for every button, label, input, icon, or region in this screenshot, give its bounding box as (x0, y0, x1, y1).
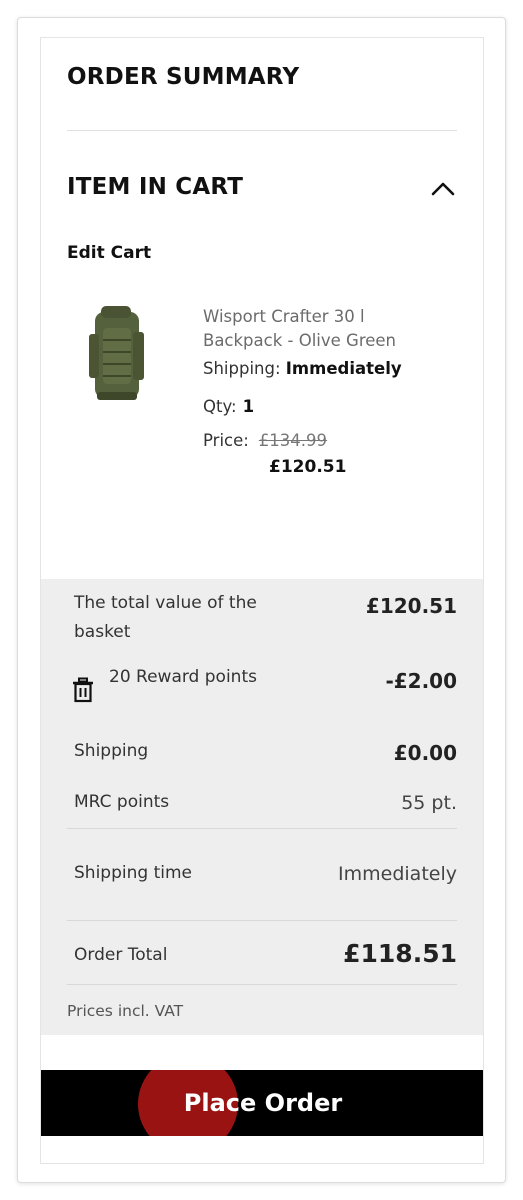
order-total-value: £118.51 (343, 939, 457, 968)
item-price: Price: £134.99 (203, 431, 327, 450)
item-new-price: £120.51 (269, 457, 347, 477)
item-old-price: £134.99 (258, 431, 328, 450)
item-shipping-label: Shipping: (203, 359, 281, 378)
item-price-label: Price: (203, 431, 249, 450)
reward-points-label: 20 Reward points (109, 667, 257, 687)
vat-note: Prices incl. VAT (67, 1002, 184, 1020)
item-qty-value: 1 (242, 397, 255, 416)
shipping-value: £0.00 (393, 741, 457, 765)
basket-total-label: The total value of the basket (74, 593, 257, 642)
basket-total-value: £120.51 (365, 594, 457, 618)
order-summary-title: ORDER SUMMARY (67, 64, 300, 90)
place-order-label: Place Order (183, 1089, 343, 1117)
product-name-link[interactable]: Wisport Crafter 30 l Backpack - Olive Gr… (203, 305, 443, 353)
item-shipping-value: Immediately (285, 359, 402, 378)
order-total-label: Order Total (74, 945, 168, 965)
mrc-points-label: MRC points (74, 792, 170, 812)
trash-icon[interactable] (71, 677, 95, 703)
divider (67, 920, 457, 921)
item-qty-label: Qty: (203, 397, 237, 416)
item-qty: Qty: 1 (203, 397, 254, 416)
divider (67, 130, 457, 131)
mrc-points-value: 55 pt. (401, 792, 457, 814)
edit-cart-link[interactable]: Edit Cart (67, 243, 151, 263)
reward-points-value: -£2.00 (385, 669, 457, 693)
place-order-button[interactable]: Place Order (41, 1070, 483, 1136)
backpack-image[interactable] (81, 304, 151, 408)
shipping-time-value: Immediately (338, 863, 457, 885)
chevron-up-icon[interactable] (429, 175, 457, 203)
divider (67, 984, 457, 985)
item-shipping: Shipping: Immediately (203, 359, 402, 378)
order-summary-panel: ORDER SUMMARY ITEM IN CART Edit Cart Wis… (40, 37, 484, 1164)
item-in-cart-title: ITEM IN CART (67, 174, 244, 200)
shipping-time-label: Shipping time (74, 863, 192, 883)
shipping-label: Shipping (74, 741, 149, 761)
totals-section: The total value of the basket £120.51 20… (41, 579, 483, 1035)
divider (67, 828, 457, 829)
